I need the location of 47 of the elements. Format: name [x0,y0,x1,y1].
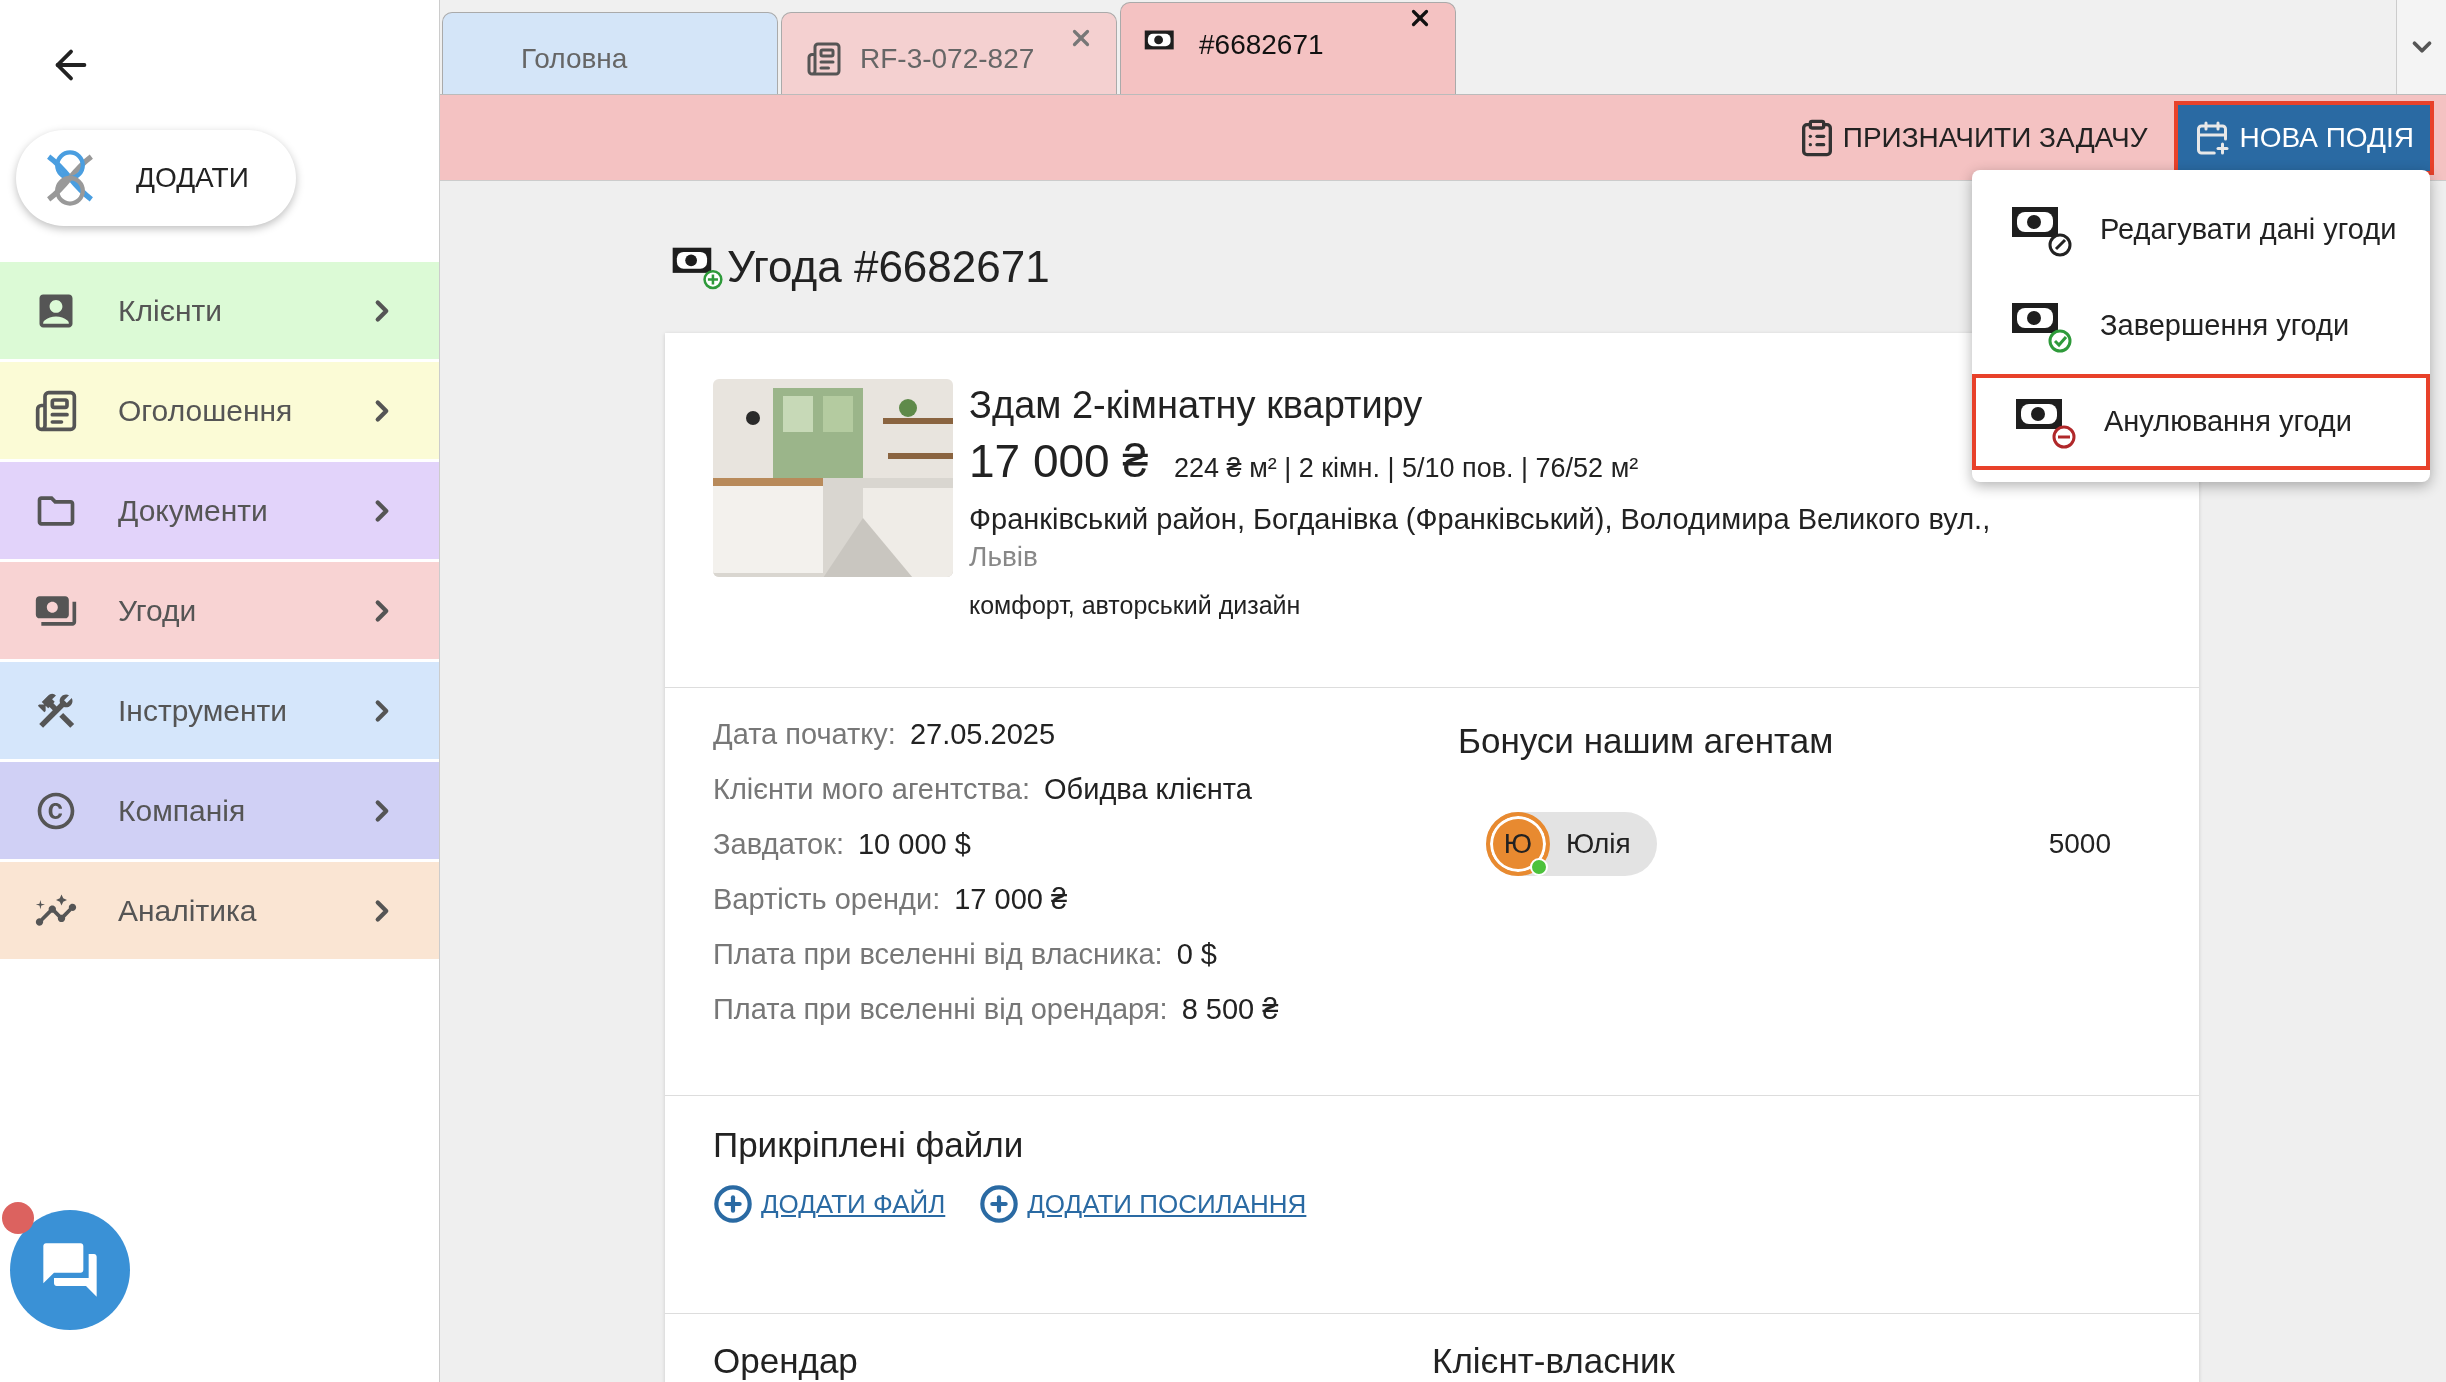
listing-specs: 224 ₴ м² | 2 кімн. | 5/10 пов. | 76/52 м² [1174,452,1639,485]
menu-item[interactable]: Редагувати дані угоди [1972,182,2430,278]
sidebar-item[interactable]: Компанія [0,762,439,859]
detail-value: Обидва клієнта [1044,772,1252,807]
detail-label: Вартість оренди: [713,882,941,917]
detail-label: Плата при вселенні від орендаря: [713,992,1168,1027]
detail-value: 8 500 ₴ [1181,992,1279,1027]
detail-value: 17 000 ₴ [954,882,1068,917]
assign-task-button[interactable]: ПРИЗНАЧИТИ ЗАДАЧУ [1796,116,2148,159]
add-link[interactable]: ДОДАТИ ПОСИЛАННЯ [979,1184,1307,1224]
detail-label: Плата при вселенні від власника: [713,937,1163,972]
menu-item[interactable]: Завершення угоди [1972,278,2430,374]
listing-city: Львів [969,540,1039,574]
section-title: Орендар [713,1340,859,1382]
listing-price: 17 000 ₴ [969,434,1149,489]
detail-value: 10 000 $ [857,827,971,862]
plus-circle-icon [979,1184,1020,1224]
tab[interactable]: #6682671 [1120,2,1456,94]
detail-label: Завдаток: [713,827,844,862]
sidebar-item[interactable]: Документи [0,462,439,559]
bonuses-title: Бонуси нашим агентам [1458,720,1835,762]
listing-title: Здам 2-кімнатну квартиру [969,383,1424,428]
tab[interactable]: Головна [442,12,778,94]
newspaper-icon [804,40,844,77]
detail-label: Клієнти мого агентства: [713,772,1031,807]
agent-chip[interactable]: Ю Юлія [1486,812,1657,876]
files-title: Прикріплені файли [713,1124,1025,1166]
sidebar-item[interactable]: Клієнти [0,262,439,359]
newspaper-icon [34,388,78,433]
menu-item[interactable]: Анулювання угоди [1972,374,2430,470]
section-title: Клієнт-власник [1432,1340,1676,1382]
agent-avatar: Ю [1486,812,1550,876]
bonus-amount: 5000 [2048,827,2111,861]
sidebar-item[interactable]: Аналітика [0,862,439,959]
plus-circle-icon [713,1184,753,1224]
page-title: Угода #6682671 [727,241,1050,293]
listing-features: комфорт, авторський дизайн [969,590,1302,621]
add-button[interactable]: ДОДАТИ [16,130,296,226]
detail-label: Дата початку: [713,717,896,752]
add-link[interactable]: ДОДАТИ ФАЙЛ [713,1184,946,1224]
sidebar-item[interactable]: Угоди [0,562,439,659]
tab[interactable]: RF-3-072-827 [781,12,1117,94]
sidebar-item[interactable]: Інструменти [0,662,439,759]
sidebar-item[interactable]: Оголошення [0,362,439,459]
listing-address: Франківський район, Богданівка (Франківський), Володимира Великого вул., [969,502,1991,537]
detail-value: 0 $ [1176,937,1217,972]
detail-value: 27.05.2025 [909,717,1056,752]
